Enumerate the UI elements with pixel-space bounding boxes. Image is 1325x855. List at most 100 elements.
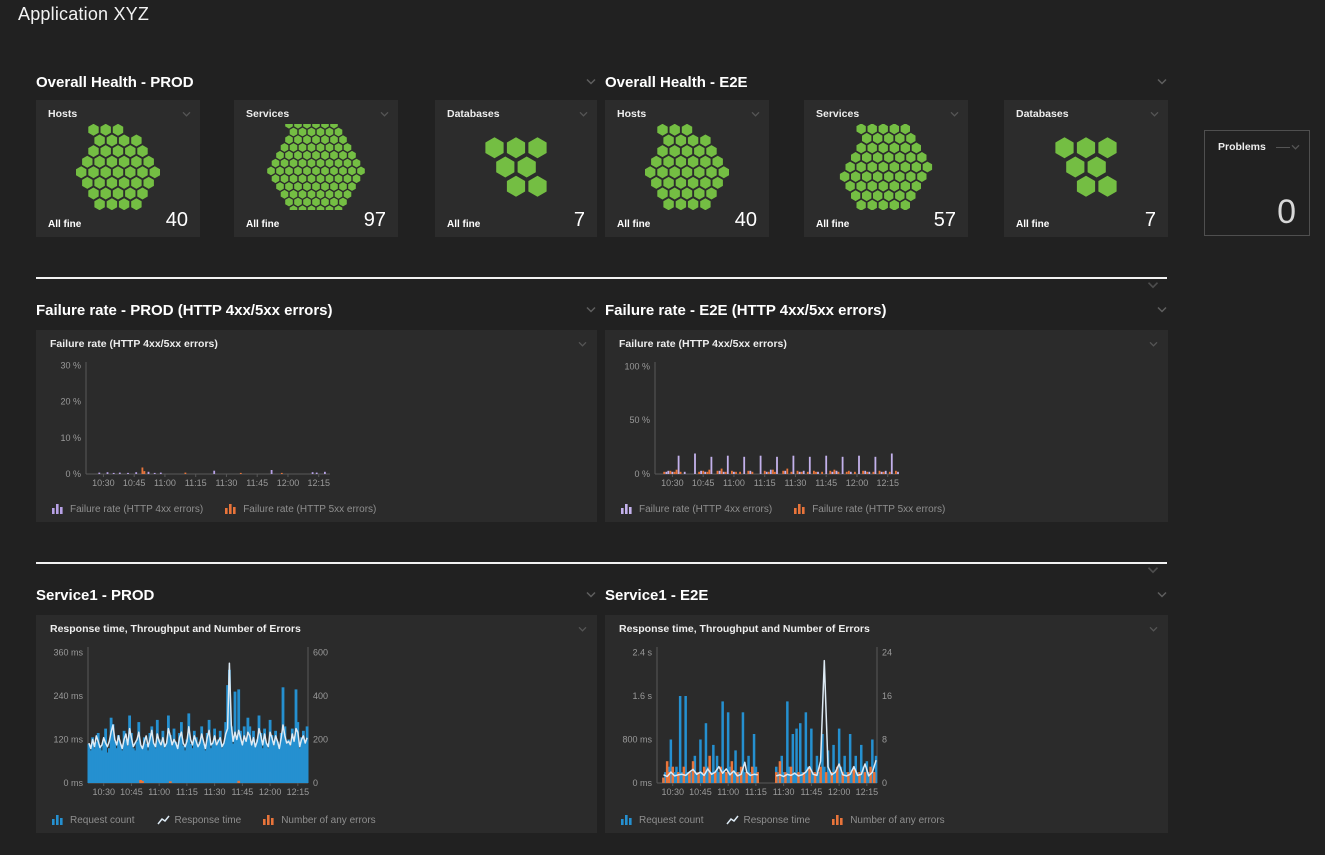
tile-title: Databases [1016,108,1069,120]
honeycomb-databases-prod[interactable] [435,124,597,210]
legend-label: Response time [744,815,811,826]
svg-text:1.6 s: 1.6 s [632,691,652,701]
chevron-down-icon[interactable] [379,111,390,118]
svg-text:11:00: 11:00 [717,787,739,797]
svg-text:11:45: 11:45 [231,787,253,797]
svg-text:8: 8 [882,734,887,744]
svg-text:11:15: 11:15 [185,478,207,488]
chevron-down-icon[interactable] [578,111,589,118]
legend-item[interactable]: Request count [621,814,704,826]
svg-text:10:45: 10:45 [689,787,712,797]
legend-item[interactable]: Request count [52,814,135,826]
svg-text:360 ms: 360 ms [53,647,83,657]
chevron-down-icon[interactable] [1148,341,1159,348]
section-title-health-prod: Overall Health - PROD [36,74,194,91]
tile-title: Databases [447,108,500,120]
legend-label: Number of any errors [281,815,375,826]
svg-text:12:15: 12:15 [307,478,330,488]
svg-text:12:00: 12:00 [828,787,851,797]
chevron-down-icon[interactable] [585,591,597,599]
svg-text:20 %: 20 % [60,397,81,407]
health-tile-hosts-e2e[interactable]: Hosts All fine40 [605,100,769,237]
chevron-down-icon[interactable] [1156,306,1168,314]
legend-item[interactable]: Failure rate (HTTP 4xx errors) [621,503,772,515]
chevron-down-icon[interactable] [1146,566,1160,575]
chevron-down-icon[interactable] [1290,144,1301,151]
chevron-down-icon[interactable] [1149,111,1160,118]
svg-text:11:30: 11:30 [785,478,807,488]
health-tile-services-e2e[interactable]: Services All fine57 [804,100,968,237]
entity-count: 7 [574,210,585,230]
legend-label: Number of any errors [850,815,944,826]
status-text: All fine [447,219,480,230]
chevron-down-icon[interactable] [949,111,960,118]
legend-item[interactable]: Response time [726,814,811,826]
tile-title: Services [246,108,289,120]
health-tile-services-prod[interactable]: Services All fine97 [234,100,398,237]
svg-text:10:30: 10:30 [92,478,115,488]
health-tile-databases-prod[interactable]: Databases All fine 7 [435,100,597,237]
health-tile-databases-e2e[interactable]: Databases All fine7 [1004,100,1168,237]
chart-tile-service-e2e[interactable]: Response time, Throughput and Number of … [605,615,1168,833]
tile-title: Services [816,108,859,120]
legend-label: Request count [639,815,704,826]
chevron-down-icon[interactable] [181,111,192,118]
section-header-health-e2e: Overall Health - E2E [605,71,1168,93]
honeycomb-databases-e2e[interactable] [1004,124,1168,210]
legend-item[interactable]: Number of any errors [832,814,944,826]
svg-text:200: 200 [313,734,328,744]
chevron-down-icon[interactable] [1148,626,1159,633]
section-header-service-e2e: Service1 - E2E [605,584,1168,606]
svg-text:12:00: 12:00 [259,787,282,797]
failure-rate-chart-e2e[interactable]: 0 %50 %100 %10:3010:4511:0011:1511:3011:… [611,356,911,490]
svg-text:11:30: 11:30 [773,787,795,797]
dashboard: Application XYZ Overall Health - PROD Ov… [0,0,1325,855]
section-divider [36,562,1167,564]
legend-item[interactable]: Failure rate (HTTP 5xx errors) [225,503,376,515]
chevron-down-icon[interactable] [585,78,597,86]
legend-item[interactable]: Failure rate (HTTP 4xx errors) [52,503,203,515]
section-title-failure-e2e: Failure rate - E2E (HTTP 4xx/5xx errors) [605,302,887,319]
status-text: All fine [816,219,849,230]
legend-item[interactable]: Response time [157,814,242,826]
chevron-down-icon[interactable] [585,306,597,314]
chevron-down-icon[interactable] [577,341,588,348]
svg-text:12:00: 12:00 [277,478,300,488]
svg-text:24: 24 [882,647,892,657]
svg-text:0 ms: 0 ms [63,778,83,788]
svg-text:12:15: 12:15 [856,787,879,797]
chevron-down-icon[interactable] [1156,591,1168,599]
section-header-failure-prod: Failure rate - PROD (HTTP 4xx/5xx errors… [36,299,597,321]
health-tile-hosts-prod[interactable]: Hosts All fine40 [36,100,200,237]
honeycomb-hosts-e2e[interactable] [605,124,769,210]
tile-title: Hosts [48,108,77,120]
chevron-down-icon[interactable] [577,626,588,633]
svg-text:11:30: 11:30 [204,787,226,797]
honeycomb-services-prod[interactable] [234,124,398,210]
svg-text:10:30: 10:30 [92,787,115,797]
chart-tile-service-prod[interactable]: Response time, Throughput and Number of … [36,615,597,833]
bar-series-icon [832,814,845,826]
problems-tile[interactable]: Problems 0 [1204,130,1310,236]
svg-text:11:00: 11:00 [723,478,745,488]
chart-tile-failure-prod[interactable]: Failure rate (HTTP 4xx/5xx errors) 0 %10… [36,330,597,522]
section-title-failure-prod: Failure rate - PROD (HTTP 4xx/5xx errors… [36,302,333,319]
chart-legend: Failure rate (HTTP 4xx errors) Failure ra… [621,503,945,515]
section-title-health-e2e: Overall Health - E2E [605,74,748,91]
chevron-down-icon[interactable] [1146,281,1160,290]
section-divider [36,277,1167,279]
legend-item[interactable]: Failure rate (HTTP 5xx errors) [794,503,945,515]
entity-count: 7 [1145,210,1156,230]
service-chart-prod[interactable]: 0 ms120 ms240 ms360 ms020040060010:3010:… [42,641,342,799]
svg-text:11:45: 11:45 [800,787,822,797]
chart-tile-failure-e2e[interactable]: Failure rate (HTTP 4xx/5xx errors) 0 %50… [605,330,1168,522]
chevron-down-icon[interactable] [750,111,761,118]
failure-rate-chart-prod[interactable]: 0 %10 %20 %30 %10:3010:4511:0011:1511:30… [42,356,342,490]
honeycomb-hosts-prod[interactable] [36,124,200,210]
svg-text:12:00: 12:00 [846,478,869,488]
legend-item[interactable]: Number of any errors [263,814,375,826]
svg-text:11:15: 11:15 [754,478,776,488]
service-chart-e2e[interactable]: 0 ms800 ms1.6 s2.4 s08162410:3010:4511:0… [611,641,911,799]
honeycomb-services-e2e[interactable] [804,124,968,210]
chevron-down-icon[interactable] [1156,78,1168,86]
